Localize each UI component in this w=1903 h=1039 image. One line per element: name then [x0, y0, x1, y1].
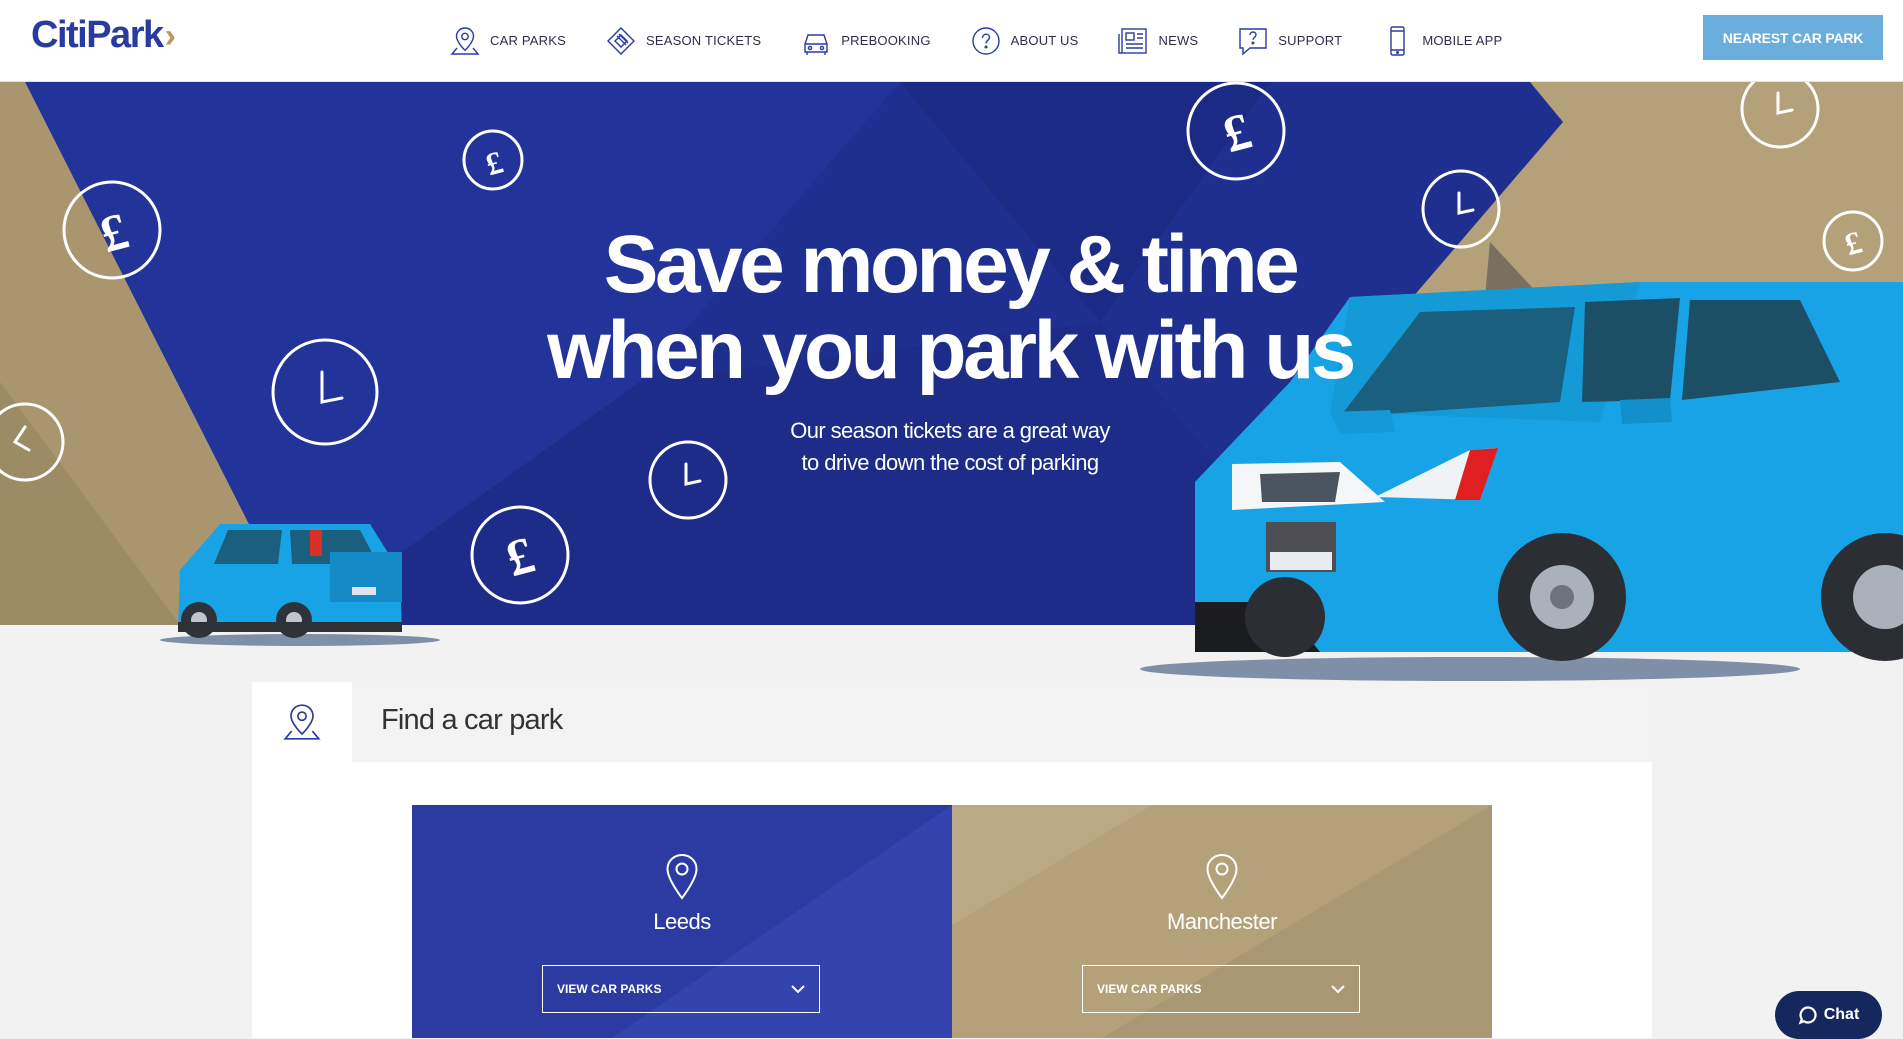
find-car-park-title: Find a car park — [381, 704, 563, 736]
city-name: Leeds — [653, 909, 711, 934]
support-icon — [1239, 27, 1267, 56]
chevron-down-icon — [791, 985, 805, 994]
nav-label-support: SUPPORT — [1278, 33, 1343, 48]
chat-button[interactable]: Chat — [1775, 991, 1882, 1039]
map-pin-icon — [450, 26, 480, 55]
nearest-car-park-button[interactable]: NEAREST CAR PARK — [1703, 15, 1883, 60]
citipark-logo[interactable]: CitiPark› — [31, 14, 176, 57]
hero-banner: £ £ £ £ £ Save money & time when you par… — [0, 82, 1903, 682]
dropdown-label: VIEW CAR PARKS — [1097, 982, 1202, 996]
nav-label-season-tickets: SEASON TICKETS — [645, 33, 762, 48]
nav-item-mobile-app[interactable]: MOBILE APP — [1380, 24, 1502, 58]
nav-item-season-tickets[interactable]: SEASON TICKETS — [604, 24, 761, 58]
hero-title-line2: when you park with us — [547, 305, 1356, 396]
question-icon — [971, 26, 1000, 55]
find-car-park-panel: Find a car park Leeds VIEW CAR PARKS Man… — [252, 682, 1652, 1038]
hero-subtitle-line1: Our season tickets are a great way — [790, 418, 1110, 443]
location-pin-icon — [1206, 853, 1238, 900]
car-icon — [804, 33, 828, 55]
city-name: Manchester — [1167, 909, 1277, 934]
location-pin-icon — [666, 853, 698, 900]
view-car-parks-dropdown[interactable]: VIEW CAR PARKS — [1082, 965, 1360, 1013]
nav-item-about-us[interactable]: ABOUT US — [969, 24, 1079, 58]
chat-bubble-icon — [1798, 1006, 1817, 1025]
find-icon-box — [252, 682, 352, 762]
hero-subtitle-line2: to drive down the cost of parking — [801, 450, 1100, 475]
nav-label-mobile-app: MOBILE APP — [1422, 33, 1503, 48]
find-car-park-header: Find a car park — [252, 682, 1652, 762]
nav-item-support[interactable]: SUPPORT — [1236, 24, 1342, 58]
phone-icon — [1390, 25, 1406, 56]
site-header: CitiPark› CAR PARKS SEASON TICKETS PREBO… — [0, 0, 1903, 82]
hero-title: Save money & time when you park with us — [480, 222, 1420, 394]
nav-label-about-us: ABOUT US — [1010, 33, 1079, 48]
logo-text: CitiPark — [31, 14, 164, 56]
nav-label-car-parks: CAR PARKS — [490, 33, 566, 48]
nav-item-news[interactable]: NEWS — [1116, 24, 1198, 58]
nav-item-car-parks[interactable]: CAR PARKS — [448, 24, 566, 58]
main-nav: CAR PARKS SEASON TICKETS PREBOOKING ABOU… — [448, 0, 1540, 81]
dropdown-label: VIEW CAR PARKS — [557, 982, 662, 996]
chat-label: Chat — [1823, 1006, 1860, 1023]
logo-chevron: › — [164, 17, 176, 55]
view-car-parks-dropdown[interactable]: VIEW CAR PARKS — [542, 965, 820, 1013]
map-pin-icon — [283, 704, 321, 740]
chevron-down-icon — [1331, 985, 1345, 994]
newspaper-icon — [1118, 27, 1148, 54]
nav-label-prebooking: PREBOOKING — [841, 33, 931, 48]
nav-item-prebooking[interactable]: PREBOOKING — [799, 24, 930, 58]
hero-title-line1: Save money & time — [603, 219, 1300, 310]
city-card-leeds[interactable]: Leeds VIEW CAR PARKS — [412, 805, 952, 1038]
hero-subtitle: Our season tickets are a great way to dr… — [740, 415, 1160, 479]
ticket-icon — [606, 26, 635, 55]
nav-label-news: NEWS — [1158, 33, 1199, 48]
city-card-manchester[interactable]: Manchester VIEW CAR PARKS — [952, 805, 1492, 1038]
